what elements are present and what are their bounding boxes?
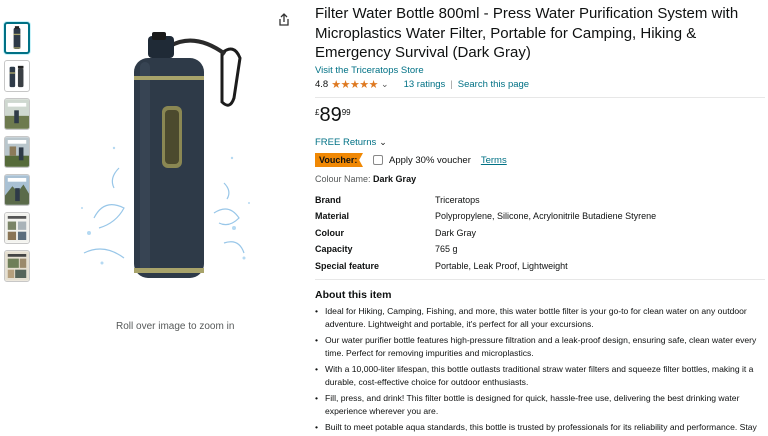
about-bullet: Our water purifier bottle features high-…	[315, 334, 765, 359]
share-icon[interactable]	[276, 12, 292, 28]
spec-value: Portable, Leak Proof, Lightweight	[435, 260, 568, 271]
spec-key: Brand	[315, 194, 342, 205]
chevron-down-icon: ⌄	[379, 136, 387, 147]
thumbnail-usage-collage[interactable]	[4, 250, 30, 282]
divider	[315, 96, 765, 98]
voucher-row: Voucher: Apply 30% voucher Terms	[315, 153, 765, 168]
about-title: About this item	[315, 289, 392, 301]
spec-table: Brand Triceratops Material Polypropylene, …	[315, 192, 656, 275]
thumbnail-bottle-parts[interactable]	[4, 60, 30, 92]
rating-row: 4.8 ★★★★★ ⌄ 13 ratings | Search this pag…	[315, 78, 765, 92]
ratings-count-link[interactable]: 13 ratings	[404, 79, 446, 90]
spec-value: Dark Gray	[435, 227, 477, 238]
about-bullet: Fill, press, and drink! This filter bott…	[315, 392, 765, 417]
spec-row: Capacity 765 g	[315, 241, 656, 258]
spec-row: Brand Triceratops	[315, 192, 656, 209]
price: £ 89 99	[315, 105, 765, 127]
spec-key: Colour	[315, 227, 344, 238]
star-rating[interactable]: ★★★★★	[331, 78, 378, 91]
about-bullet: With a 10,000-liter lifespan, this bottl…	[315, 363, 765, 388]
voucher-text: Apply 30% voucher	[389, 154, 471, 166]
separator: |	[450, 79, 453, 90]
thumbnail-outdoor-scene[interactable]	[4, 98, 30, 130]
price-fraction: 99	[341, 107, 351, 117]
colour-value: Dark Gray	[373, 173, 417, 184]
spec-value: 765 g	[435, 244, 458, 255]
colour-name: Colour Name: Dark Gray	[315, 174, 765, 184]
chevron-down-icon[interactable]: ⌄	[381, 79, 389, 90]
thumbnail-mountain-scene[interactable]	[4, 174, 30, 206]
spec-value: Polypropylene, Silicone, Acrylonitrile B…	[435, 211, 657, 222]
thumbnail-features-grid[interactable]	[4, 212, 30, 244]
store-link[interactable]: Visit the Triceratops Store	[315, 65, 765, 76]
product-title: Filter Water Bottle 800ml - Press Water …	[315, 5, 739, 61]
thumbnail-bottle-front[interactable]	[4, 22, 30, 54]
free-returns-link[interactable]: FREE Returns ⌄	[315, 137, 765, 148]
spec-value: Triceratops	[435, 194, 480, 205]
spec-key: Material	[315, 211, 350, 222]
spec-key: Capacity	[315, 244, 353, 255]
colour-label: Colour Name:	[315, 173, 371, 184]
terms-link[interactable]: Terms	[481, 155, 507, 166]
spec-key: Special feature	[315, 260, 380, 271]
thumbnail-camping-scene[interactable]	[4, 136, 30, 168]
spec-row: Colour Dark Gray	[315, 225, 656, 242]
main-product-image[interactable]	[74, 18, 258, 293]
product-info: Filter Water Bottle 800ml - Press Water …	[315, 4, 765, 436]
voucher-checkbox[interactable]	[373, 155, 383, 165]
voucher-badge: Voucher:	[315, 153, 363, 167]
price-whole: 89	[319, 103, 342, 126]
about-bullets: Ideal for Hiking, Camping, Fishing, and …	[315, 305, 765, 436]
about-bullet: Ideal for Hiking, Camping, Fishing, and …	[315, 305, 765, 330]
spec-row: Material Polypropylene, Silicone, Acrylon…	[315, 208, 656, 225]
zoom-hint: Roll over image to zoom in	[116, 321, 235, 332]
rating-value: 4.8	[315, 79, 329, 90]
about-bullet: Built to meet potable aqua standards, th…	[315, 421, 765, 436]
thumbnail-list	[4, 22, 32, 288]
search-page-link[interactable]: Search this page	[458, 79, 529, 90]
free-returns-label: FREE Returns	[315, 136, 377, 148]
divider	[315, 279, 765, 280]
spec-row: Special feature Portable, Leak Proof, Lig…	[315, 258, 656, 275]
